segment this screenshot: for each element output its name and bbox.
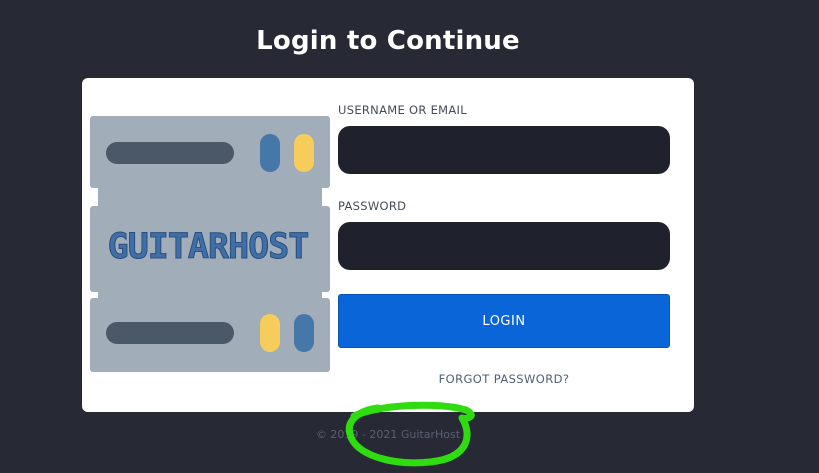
forgot-password-link[interactable]: FORGOT PASSWORD? (338, 372, 670, 386)
login-button[interactable]: LOGIN (338, 294, 670, 348)
login-card: GUITARHOST USERNAME OR EMAIL PASSWORD LO… (82, 78, 694, 412)
username-input[interactable] (338, 126, 670, 174)
username-label: USERNAME OR EMAIL (338, 103, 467, 117)
blue-led-icon (294, 314, 314, 352)
guitarhost-logo: GUITARHOST (90, 116, 330, 372)
logo-text: GUITARHOST (108, 227, 309, 267)
drive-slot-icon (106, 142, 234, 164)
yellow-led-icon (260, 314, 280, 352)
yellow-led-icon (294, 134, 314, 172)
blue-led-icon (260, 134, 280, 172)
green-scribble-annotation (345, 401, 475, 467)
password-label: PASSWORD (338, 199, 407, 213)
page-title: Login to Continue (256, 26, 520, 56)
password-input[interactable] (338, 222, 670, 270)
drive-slot-icon (106, 322, 234, 344)
server-connector-top (98, 186, 322, 206)
